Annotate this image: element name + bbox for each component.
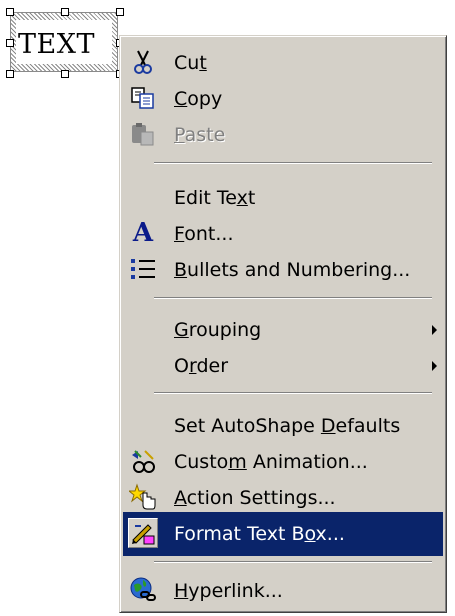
menu-item-label: Grouping — [174, 319, 262, 341]
menu-item-label: Custom Animation... — [174, 451, 368, 473]
menu-item-label: Format Text Box... — [174, 523, 345, 545]
submenu-arrow-icon — [432, 361, 437, 371]
custom-animation-icon — [128, 446, 158, 476]
resize-handle-top-left[interactable] — [6, 8, 14, 16]
resize-handle-left[interactable] — [6, 39, 14, 47]
menu-item-label: Edit Text — [174, 187, 256, 209]
menu-item-label: Bullets and Numbering... — [174, 259, 411, 281]
format-textbox-icon — [128, 518, 158, 548]
menu-item-bullets-numbering[interactable]: Bullets and Numbering... — [123, 248, 443, 292]
menu-item-label: Font... — [174, 223, 234, 245]
menu-item-hyperlink[interactable]: Hyperlink... — [123, 569, 443, 613]
menu-item-label: Copy — [174, 88, 223, 110]
bullets-icon — [128, 254, 158, 284]
resize-handle-bottom-left[interactable] — [6, 70, 14, 78]
resize-handle-top[interactable] — [61, 8, 69, 16]
menu-item-label: Cut — [174, 52, 207, 74]
menu-separator — [154, 392, 432, 394]
menu-item-format-text-box[interactable]: Format Text Box... — [123, 512, 443, 556]
menu-separator — [154, 561, 432, 563]
hyperlink-icon — [128, 575, 158, 605]
menu-item-order[interactable]: Order — [123, 344, 443, 388]
font-icon: A — [132, 218, 154, 248]
copy-icon — [128, 83, 158, 113]
resize-handle-top-right[interactable] — [116, 8, 124, 16]
context-menu: Cut Copy Paste Edit Text A Font... Bulle… — [119, 35, 447, 613]
menu-item-label: Order — [174, 355, 229, 377]
menu-separator — [154, 297, 432, 299]
menu-item-label: Set AutoShape Defaults — [174, 415, 401, 437]
submenu-arrow-icon — [432, 325, 437, 335]
menu-item-label: Paste — [174, 124, 226, 146]
scissors-icon — [128, 47, 158, 77]
menu-item-paste[interactable]: Paste — [123, 113, 443, 157]
menu-item-label: Hyperlink... — [174, 580, 283, 602]
menu-item-label: Action Settings... — [174, 487, 336, 509]
action-settings-icon — [128, 482, 158, 512]
menu-separator — [154, 162, 432, 164]
resize-handle-bottom[interactable] — [61, 70, 69, 78]
paste-icon — [128, 119, 158, 149]
selected-text-box[interactable]: TEXT — [6, 8, 124, 78]
text-box-content: TEXT — [18, 29, 95, 60]
